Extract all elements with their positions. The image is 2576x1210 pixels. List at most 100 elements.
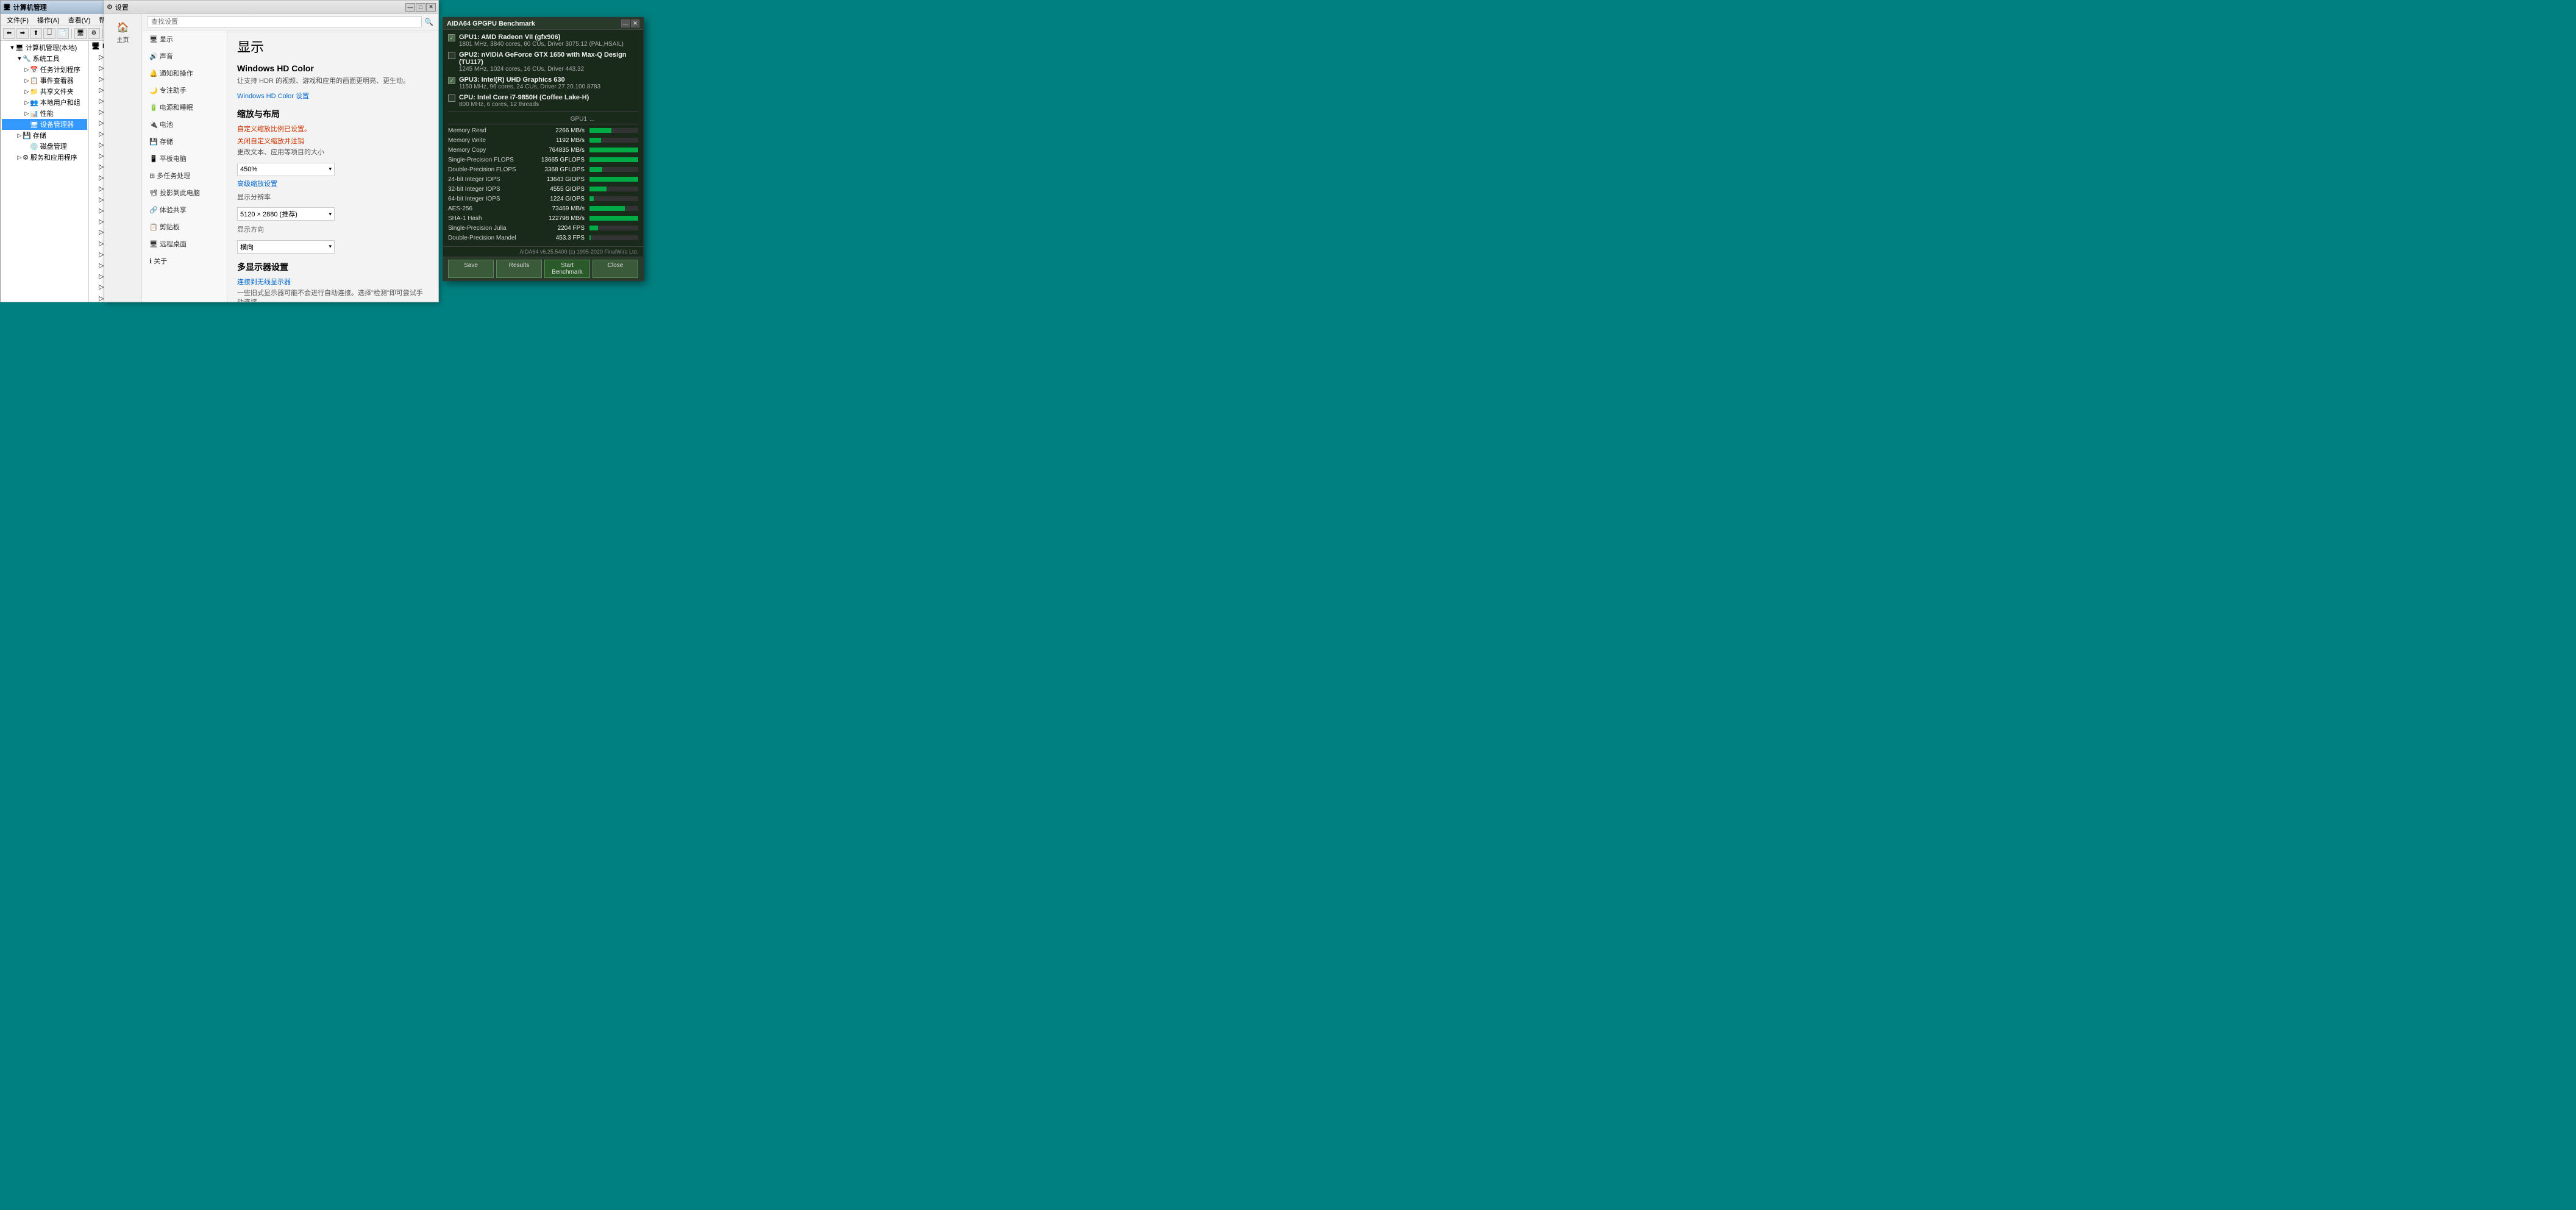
- benchmark-bar: [589, 226, 638, 230]
- scale-warning-link[interactable]: 关闭自定义缩放并注销: [237, 138, 304, 145]
- benchmark-label: 32-bit Integer IOPS: [448, 186, 532, 193]
- table-col-metric: [448, 116, 532, 123]
- benchmark-bar-fill: [589, 167, 602, 172]
- benchmark-row: AES-256 73469 MB/s: [448, 204, 638, 213]
- advanced-scale-link[interactable]: 高级缩放设置: [237, 179, 429, 188]
- settings-menu-remote[interactable]: 🖥 远程桌面: [142, 235, 227, 252]
- benchmark-value: 2204 FPS: [532, 225, 587, 232]
- toolbar-btn-7[interactable]: ⚙: [88, 28, 100, 39]
- aida64-close-button[interactable]: ✕: [631, 20, 639, 27]
- tree-item-disk-management[interactable]: 💿 磁盘管理: [2, 141, 87, 152]
- cm-title-icon: 🖥: [3, 4, 11, 11]
- benchmark-bar-fill: [589, 196, 594, 201]
- settings-menu-sound[interactable]: 🔊 声音: [142, 48, 227, 65]
- menu-item-icon: 📋: [149, 224, 160, 231]
- benchmark-bar: [589, 167, 638, 172]
- menu-item-icon: 🖥: [149, 36, 160, 43]
- settings-nav-home[interactable]: 🏠 主页: [104, 18, 141, 48]
- tree-item-event-viewer[interactable]: ▷ 📋 事件查看器: [2, 75, 87, 86]
- aida64-gpu-item: GPU2: nVIDIA GeForce GTX 1650 with Max-Q…: [448, 51, 638, 73]
- scale-dropdown[interactable]: 450% ▾: [237, 163, 335, 176]
- settings-menu-multitask[interactable]: ⊞ 多任务处理: [142, 167, 227, 184]
- settings-menu-power[interactable]: 🔋 电源和睡眠: [142, 99, 227, 116]
- windows-hd-color-link[interactable]: Windows HD Color 设置: [237, 93, 309, 100]
- tree-item-services[interactable]: ▷ ⚙ 服务和应用程序: [2, 152, 87, 163]
- toolbar-btn-4[interactable]: 🗌: [43, 28, 55, 39]
- settings-title-icon: ⚙: [107, 3, 113, 11]
- gpu-detail: 800 MHz, 6 cores, 12 threads: [459, 101, 638, 108]
- resolution-dropdown[interactable]: 5120 × 2880 (推荐) ▾: [237, 207, 335, 221]
- gpu-checkbox[interactable]: [448, 77, 455, 84]
- tree-item-local-users[interactable]: ▷ 👥 本地用户和组: [2, 97, 87, 108]
- aida64-start-benchmark-button[interactable]: Start Benchmark: [544, 260, 590, 278]
- tree-item-shared-folders[interactable]: ▷ 📁 共享文件夹: [2, 86, 87, 97]
- menu-item-label: 平板电脑: [160, 155, 187, 163]
- gpu-detail: 1801 MHz, 3840 cores, 60 CUs, Driver 307…: [459, 41, 638, 48]
- settings-titlebar: ⚙ 设置 — □ ✕: [104, 1, 438, 14]
- resolution-title: 显示分辨率: [237, 193, 429, 202]
- cm-menu-view[interactable]: 查看(V): [65, 15, 94, 26]
- settings-menu-tablet[interactable]: 📱 平板电脑: [142, 150, 227, 167]
- settings-menu-notifications[interactable]: 🔔 通知和操作: [142, 65, 227, 82]
- aida64-titlebar: AIDA64 GPGPU Benchmark — ✕: [443, 18, 643, 30]
- aida64-save-button[interactable]: Save: [448, 260, 494, 278]
- aida64-footer: AIDA64 v6.25.5400 (c) 1995-2020 FinalWir…: [443, 246, 643, 257]
- multi-display-description: 一些旧式显示器可能不会进行自动连接。选择"检测"即可尝试手动连接。: [237, 289, 429, 302]
- benchmark-row: Single-Precision FLOPS 13665 GFLOPS: [448, 155, 638, 165]
- settings-close-button[interactable]: ✕: [426, 3, 436, 12]
- tree-label: 性能: [40, 109, 54, 118]
- aida64-results-button[interactable]: Results: [496, 260, 542, 278]
- menu-item-icon: 📱: [149, 155, 160, 163]
- benchmark-bar: [589, 206, 638, 211]
- toolbar-btn-6[interactable]: 🖥: [74, 28, 87, 39]
- aida64-minimize-button[interactable]: —: [621, 20, 630, 27]
- benchmark-value: 122798 MB/s: [532, 215, 587, 222]
- gpu-checkbox[interactable]: [448, 94, 455, 102]
- gpu-detail: 1245 MHz, 1024 cores, 16 CUs, Driver 443…: [459, 66, 638, 73]
- cm-menu-file[interactable]: 文件(F): [3, 15, 32, 26]
- tree-item-storage[interactable]: ▷ 💾 存储: [2, 130, 87, 141]
- settings-menu-storage[interactable]: 💾 存储: [142, 133, 227, 150]
- benchmark-label: 64-bit Integer IOPS: [448, 196, 532, 202]
- benchmark-bar: [589, 196, 638, 201]
- toolbar-btn-1[interactable]: ⬅: [3, 28, 15, 39]
- scale-value: 450%: [240, 166, 257, 173]
- settings-menu-display[interactable]: 🖥 显示: [142, 30, 227, 48]
- tree-item-device-manager[interactable]: 🖥 设备管理器: [2, 119, 87, 130]
- benchmark-value: 764835 MB/s: [532, 147, 587, 154]
- settings-menu-about[interactable]: ℹ 关于: [142, 252, 227, 269]
- tree-label: 任务计划程序: [40, 65, 80, 74]
- toolbar-btn-2[interactable]: ➡: [16, 28, 29, 39]
- settings-minimize-button[interactable]: —: [405, 3, 415, 12]
- settings-menu-shared[interactable]: 🔗 体验共享: [142, 201, 227, 218]
- menu-item-label: 电源和睡眠: [160, 104, 193, 112]
- gpu-checkbox[interactable]: [448, 34, 455, 41]
- toolbar-btn-3[interactable]: ⬆: [30, 28, 42, 39]
- menu-item-label: 体验共享: [160, 207, 187, 214]
- chevron-down-icon: ▾: [329, 166, 332, 173]
- gpu-name: GPU1: AMD Radeon VII (gfx906): [459, 34, 638, 41]
- settings-maximize-button[interactable]: □: [416, 3, 425, 12]
- tree-item-computer-management[interactable]: ▼ 🖥 计算机管理(本地): [2, 42, 87, 53]
- aida64-close-button-2[interactable]: Close: [592, 260, 638, 278]
- gpu-checkbox[interactable]: [448, 52, 455, 59]
- settings-menu-project[interactable]: 📽 投影到此电脑: [142, 184, 227, 201]
- table-col-gpu1: GPU1: [532, 116, 587, 123]
- orientation-dropdown[interactable]: 横向 ▾: [237, 240, 335, 254]
- benchmark-row: Double-Precision Mandel 453.3 FPS: [448, 233, 638, 243]
- settings-window: ⚙ 设置 — □ ✕ 🏠 主页 🔍 �: [104, 0, 439, 302]
- cm-menu-action[interactable]: 操作(A): [34, 15, 63, 26]
- settings-menu-focus[interactable]: 🌙 专注助手: [142, 82, 227, 99]
- settings-menu-clipboard[interactable]: 📋 剪贴板: [142, 218, 227, 235]
- benchmark-label: Single-Precision FLOPS: [448, 157, 532, 163]
- gpu-detail: 1150 MHz, 96 cores, 24 CUs, Driver 27.20…: [459, 84, 638, 90]
- settings-search-input[interactable]: [147, 16, 422, 27]
- tree-item-performance[interactable]: ▷ 📊 性能: [2, 108, 87, 119]
- tree-item-scheduler[interactable]: ▷ 📅 任务计划程序: [2, 64, 87, 75]
- settings-nav-menu: 🖥 显示 🔊 声音 🔔 通知和操作 🌙: [142, 30, 227, 302]
- benchmark-value: 2266 MB/s: [532, 127, 587, 134]
- settings-menu-battery[interactable]: 🔌 电池: [142, 116, 227, 133]
- toolbar-btn-5[interactable]: 📄: [57, 28, 69, 39]
- connect-wireless-link[interactable]: 连接到无线显示器: [237, 277, 429, 286]
- tree-item-system-tools[interactable]: ▼ 🔧 系统工具: [2, 53, 87, 64]
